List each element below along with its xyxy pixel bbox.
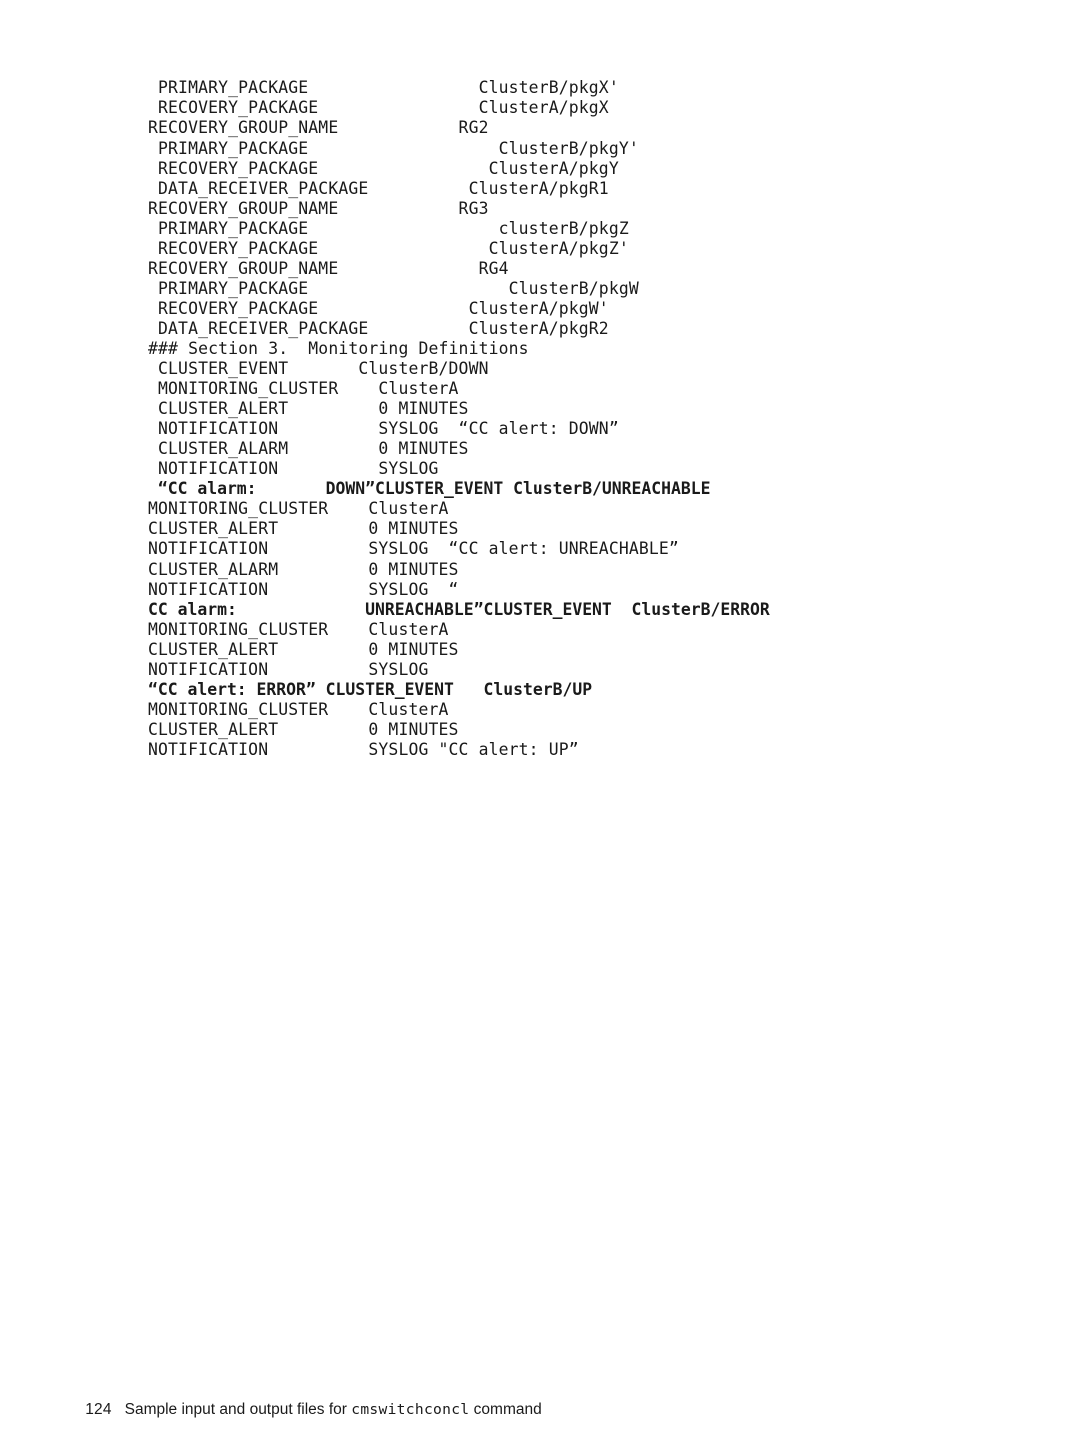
- footer-command-name: cmswitchconcl: [351, 1401, 470, 1418]
- code-line: CLUSTER_ALERT 0 MINUTES: [148, 639, 459, 659]
- code-line: DATA_RECEIVER_PACKAGE ClusterA/pkgR1: [148, 178, 609, 198]
- code-line: MONITORING_CLUSTER ClusterA: [148, 699, 449, 719]
- code-line: CC alarm: UNREACHABLE”CLUSTER_EVENT Clus…: [148, 599, 770, 619]
- code-line: MONITORING_CLUSTER ClusterA: [148, 619, 449, 639]
- code-line: RECOVERY_PACKAGE ClusterA/pkgX: [148, 98, 609, 118]
- code-line: RECOVERY_PACKAGE ClusterA/pkgY: [148, 158, 619, 178]
- footer-caption-prefix: Sample input and output files for: [124, 1401, 352, 1418]
- page-footer: 124 Sample input and output files for cm…: [68, 1383, 968, 1437]
- code-line: MONITORING_CLUSTER ClusterA: [148, 499, 449, 519]
- code-line: PRIMARY_PACKAGE clusterB/pkgZ: [148, 218, 629, 238]
- footer-spacer: [112, 1401, 125, 1418]
- code-line: CLUSTER_ALARM 0 MINUTES: [148, 439, 469, 459]
- code-line: NOTIFICATION SYSLOG “CC alert: UNREACHAB…: [148, 539, 679, 559]
- footer-page-number: 124: [85, 1401, 112, 1418]
- code-line: NOTIFICATION SYSLOG “CC alert: DOWN”: [148, 419, 619, 439]
- code-line: PRIMARY_PACKAGE ClusterB/pkgX': [148, 78, 619, 98]
- code-line: RECOVERY_PACKAGE ClusterA/pkgZ': [148, 238, 629, 258]
- code-line: DATA_RECEIVER_PACKAGE ClusterA/pkgR2: [148, 318, 609, 338]
- code-line: RECOVERY_GROUP_NAME RG2: [148, 118, 489, 138]
- code-line: NOTIFICATION SYSLOG: [148, 659, 429, 679]
- code-line: RECOVERY_GROUP_NAME RG3: [148, 198, 489, 218]
- code-line: PRIMARY_PACKAGE ClusterB/pkgW: [148, 278, 639, 298]
- code-line: RECOVERY_GROUP_NAME RG4: [148, 258, 509, 278]
- code-line: RECOVERY_PACKAGE ClusterA/pkgW': [148, 298, 609, 318]
- code-line: CLUSTER_ALARM 0 MINUTES: [148, 559, 459, 579]
- code-line: PRIMARY_PACKAGE ClusterB/pkgY': [148, 138, 639, 158]
- code-line: NOTIFICATION SYSLOG “: [148, 579, 459, 599]
- code-line: CLUSTER_ALERT 0 MINUTES: [148, 399, 469, 419]
- code-line: “CC alarm: DOWN”CLUSTER_EVENT ClusterB/U…: [148, 479, 711, 499]
- code-line: “CC alert: ERROR” CLUSTER_EVENT ClusterB…: [148, 679, 593, 699]
- document-page: PRIMARY_PACKAGE ClusterB/pkgX' RECOVERY_…: [0, 0, 1080, 1438]
- code-line: CLUSTER_ALERT 0 MINUTES: [148, 519, 459, 539]
- footer-caption-suffix: command: [469, 1401, 542, 1418]
- code-line: MONITORING_CLUSTER ClusterA: [148, 379, 459, 399]
- code-line: NOTIFICATION SYSLOG: [148, 459, 439, 479]
- code-line: CLUSTER_ALERT 0 MINUTES: [148, 719, 459, 739]
- code-line: NOTIFICATION SYSLOG "CC alert: UP”: [148, 739, 579, 759]
- configuration-code-listing: PRIMARY_PACKAGE ClusterB/pkgX' RECOVERY_…: [148, 78, 1028, 760]
- code-line: CLUSTER_EVENT ClusterB/DOWN: [148, 359, 489, 379]
- code-line: ### Section 3. Monitoring Definitions: [148, 339, 529, 358]
